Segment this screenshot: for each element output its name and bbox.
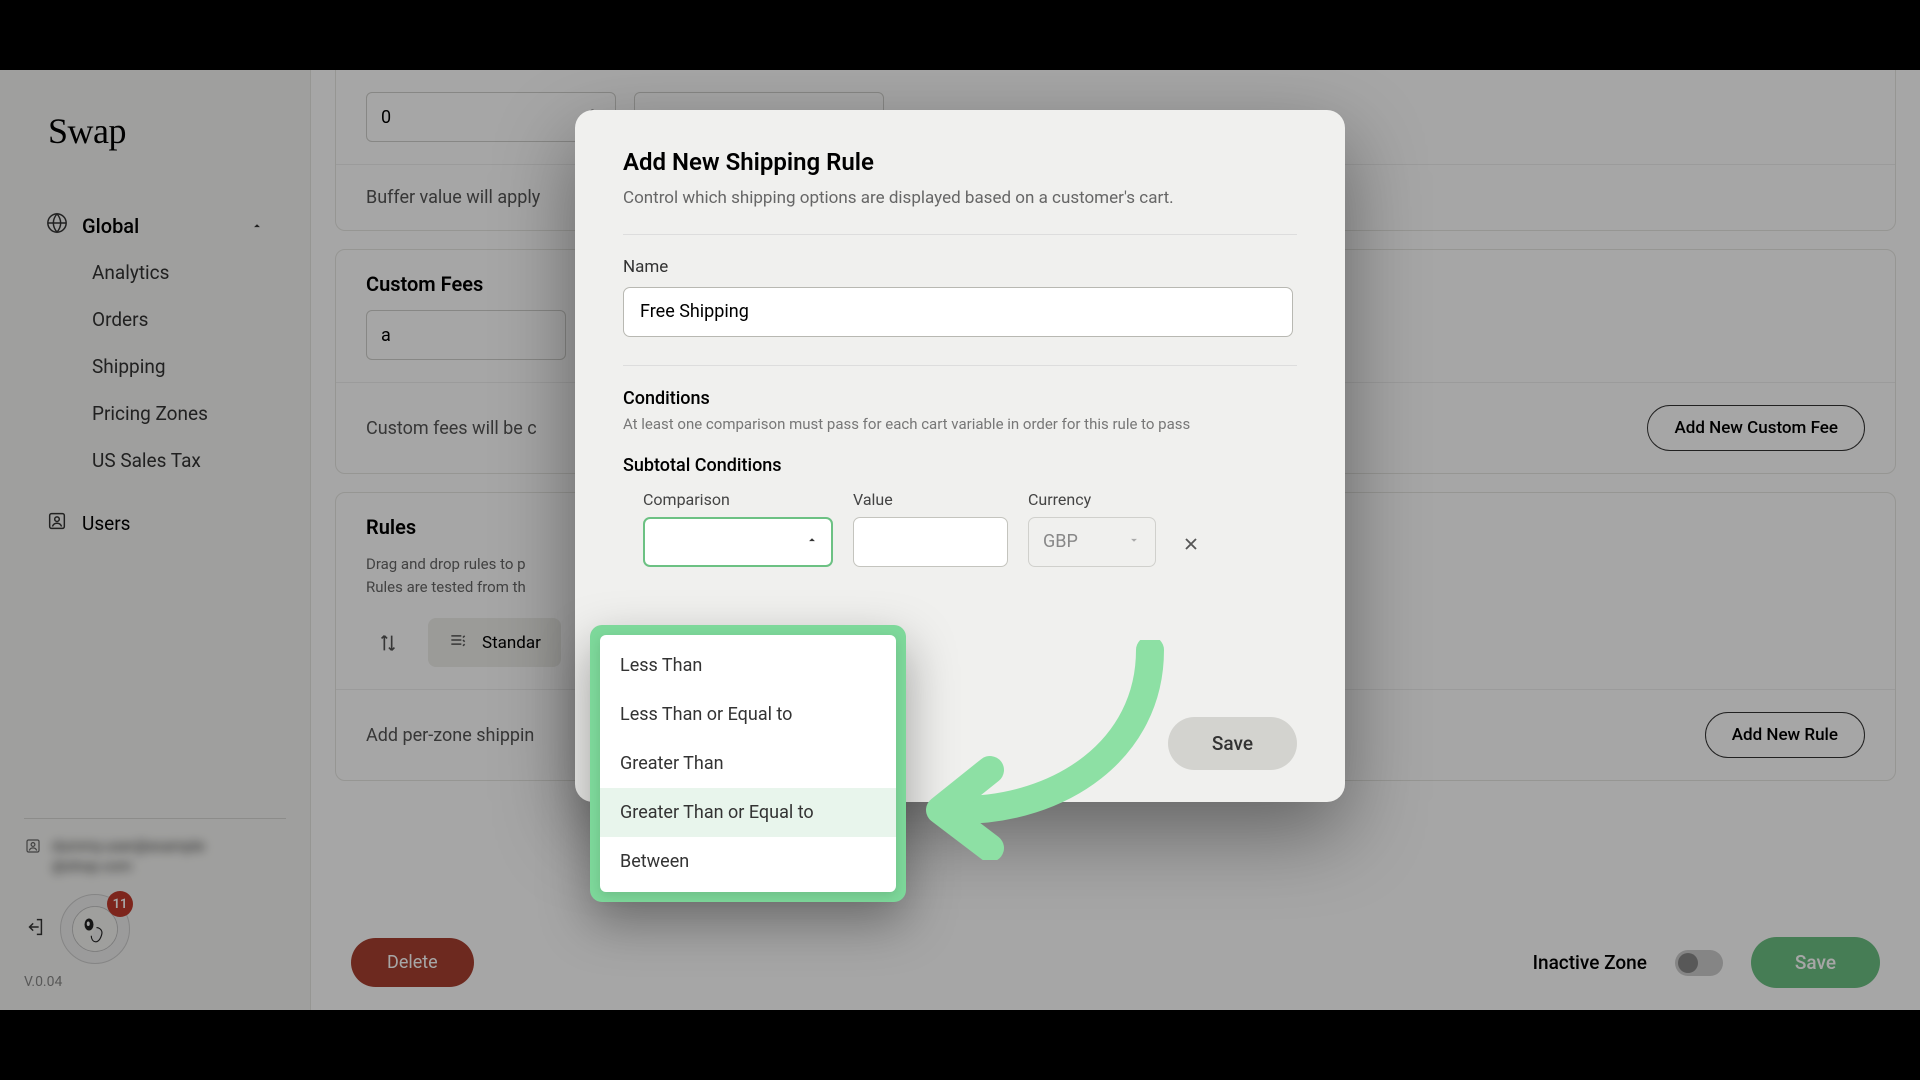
subtotal-conditions-title: Subtotal Conditions	[623, 455, 1297, 476]
letterbox-top	[0, 0, 1920, 70]
rule-name-input[interactable]	[623, 287, 1293, 337]
modal-title: Add New Shipping Rule	[623, 148, 1297, 176]
dropdown-highlight: Less Than Less Than or Equal to Greater …	[590, 625, 906, 902]
conditions-title: Conditions	[623, 388, 1297, 409]
currency-label: Currency	[1028, 490, 1156, 509]
comparison-select[interactable]	[643, 517, 833, 567]
condition-value-input[interactable]	[853, 517, 1008, 567]
remove-condition-button[interactable]	[1176, 529, 1206, 559]
dropdown-option-between[interactable]: Between	[600, 837, 896, 886]
currency-select[interactable]: GBP	[1028, 517, 1156, 567]
modal-divider-1	[623, 234, 1297, 235]
modal-description: Control which shipping options are displ…	[623, 186, 1243, 212]
condition-row: Comparison Value Currency GBP	[623, 490, 1297, 567]
currency-value: GBP	[1043, 531, 1078, 552]
letterbox-bottom	[0, 1010, 1920, 1080]
comparison-dropdown: Less Than Less Than or Equal to Greater …	[600, 635, 896, 892]
name-label: Name	[623, 257, 1297, 277]
dropdown-option-lte[interactable]: Less Than or Equal to	[600, 690, 896, 739]
chevron-up-icon	[805, 532, 819, 551]
conditions-subtitle: At least one comparison must pass for ea…	[623, 414, 1263, 435]
comparison-label: Comparison	[643, 490, 833, 509]
dropdown-option-greater-than[interactable]: Greater Than	[600, 739, 896, 788]
chevron-down-icon	[1127, 531, 1141, 552]
modal-divider-2	[623, 365, 1297, 366]
dropdown-option-gte[interactable]: Greater Than or Equal to	[600, 788, 896, 837]
dropdown-option-less-than[interactable]: Less Than	[600, 641, 896, 690]
value-label: Value	[853, 490, 1008, 509]
modal-save-button[interactable]: Save	[1168, 717, 1297, 770]
